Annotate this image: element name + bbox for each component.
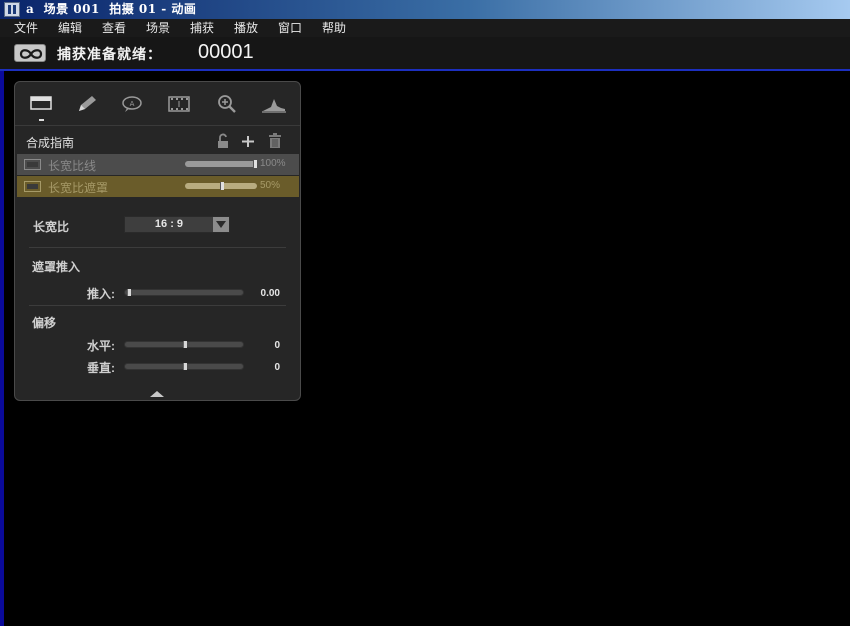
guide-row-aspect-lines[interactable]: 长宽比线 100%	[17, 154, 299, 175]
vertical-value: 0	[274, 362, 280, 373]
slider-thumb[interactable]	[183, 341, 187, 348]
frame-counter: 00001	[198, 41, 254, 63]
slider-thumb[interactable]	[127, 289, 131, 296]
slider-thumb[interactable]	[183, 363, 187, 370]
filmstrip-icon	[168, 96, 190, 112]
menu-help[interactable]: 帮助	[320, 19, 348, 37]
aspect-lines-icon	[24, 159, 41, 170]
collapse-panel-icon[interactable]	[150, 391, 164, 397]
vertical-offset-slider[interactable]	[124, 363, 244, 370]
opacity-value: 100%	[260, 158, 286, 169]
horizontal-label: 水平:	[87, 339, 115, 353]
guide-row-label: 长宽比遮罩	[48, 181, 109, 195]
panel-toolbar: A	[15, 82, 300, 126]
menu-capture[interactable]: 捕获	[188, 19, 216, 37]
aspect-ratio-label: 长宽比	[33, 220, 70, 234]
slider-thumb[interactable]	[253, 160, 257, 168]
opacity-value: 50%	[260, 180, 281, 191]
aspect-ratio-select[interactable]: 16 : 9	[124, 216, 230, 233]
composition-guide-header: 合成指南	[17, 129, 299, 153]
guide-tool-button[interactable]	[29, 94, 55, 121]
horizontal-offset-slider[interactable]	[124, 341, 244, 348]
offset-title: 偏移	[32, 316, 57, 330]
annotation-tool-button[interactable]: A	[120, 94, 146, 116]
trash-icon[interactable]	[267, 133, 283, 149]
divider	[29, 305, 286, 306]
guide-row-label: 长宽比线	[48, 159, 97, 173]
push-slider[interactable]	[124, 289, 244, 296]
menu-view[interactable]: 查看	[100, 19, 128, 37]
draw-tool-button[interactable]	[75, 94, 101, 116]
opacity-slider[interactable]	[185, 160, 257, 168]
vertical-label: 垂直:	[87, 361, 115, 375]
menu-file[interactable]: 文件	[12, 19, 40, 37]
chevron-down-icon[interactable]	[213, 217, 229, 232]
svg-text:A: A	[130, 100, 135, 108]
aspect-ratio-value: 16 : 9	[154, 218, 184, 230]
histogram-icon	[262, 99, 286, 113]
slider-thumb[interactable]	[220, 182, 224, 190]
capture-status-bar: 捕获准备就绪： 00001	[0, 37, 850, 71]
horizontal-value: 0	[274, 340, 280, 351]
filmstrip-tool-button[interactable]	[167, 94, 193, 116]
add-icon[interactable]	[240, 133, 256, 149]
menu-window[interactable]: 窗口	[276, 19, 304, 37]
opacity-slider[interactable]	[185, 182, 257, 190]
menu-scene[interactable]: 场景	[144, 19, 172, 37]
menu-playback[interactable]: 播放	[232, 19, 260, 37]
menu-bar: 文件 编辑 查看 场景 捕获 播放 窗口 帮助	[0, 19, 850, 37]
speech-bubble-icon: A	[122, 96, 142, 112]
mask-push-title: 遮罩推入	[32, 260, 81, 274]
zoom-icon	[218, 95, 236, 113]
zoom-tool-button[interactable]	[215, 94, 241, 116]
aspect-guide-icon	[30, 96, 52, 110]
composition-guide-panel: A 合成指南 长宽比线 100% 长宽比遮罩 50% 长宽比 16: 9 遮罩…	[14, 81, 301, 401]
push-value: 0.00	[260, 288, 280, 299]
pencil-icon	[79, 96, 96, 111]
capture-status-label: 捕获准备就绪：	[57, 46, 162, 62]
app-icon[interactable]	[4, 2, 20, 17]
loop-icon	[19, 49, 43, 59]
title-bar: a 场景 001 拍摄 01 - 动画	[0, 0, 850, 19]
composition-guide-title: 合成指南	[26, 136, 75, 150]
menu-edit[interactable]: 编辑	[56, 19, 84, 37]
loop-button[interactable]	[14, 44, 46, 62]
guide-row-aspect-mask[interactable]: 长宽比遮罩 50%	[17, 176, 299, 197]
unlock-icon[interactable]	[215, 133, 231, 149]
window-title: a 场景 001 拍摄 01 - 动画	[26, 2, 197, 16]
histogram-tool-button[interactable]	[261, 94, 287, 116]
aspect-mask-icon	[24, 181, 41, 192]
divider	[29, 247, 286, 248]
push-label: 推入:	[87, 287, 115, 301]
